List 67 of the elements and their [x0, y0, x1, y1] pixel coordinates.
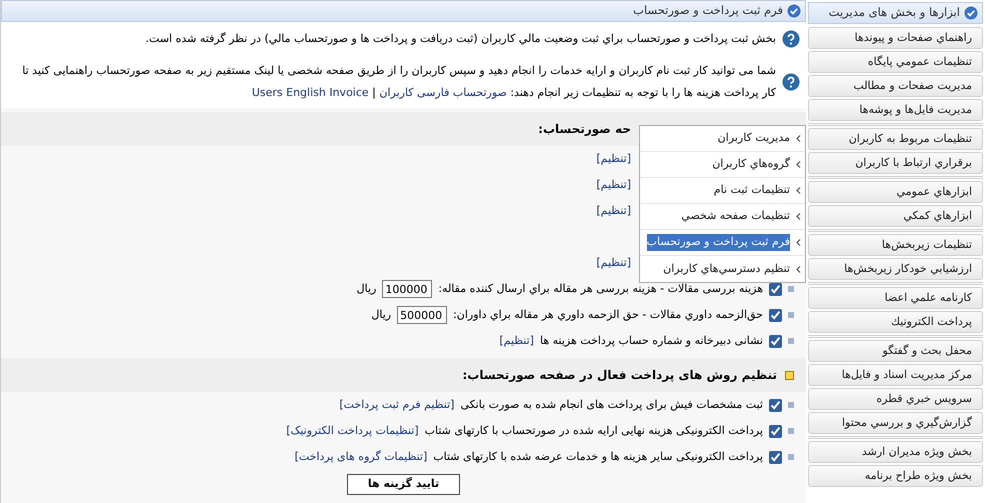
panel-title: فرم ثبت پرداخت و صورتحساب: [633, 2, 783, 20]
sidebar-item[interactable]: تنظيمات زيربخش‌ها: [808, 234, 983, 256]
bullet-icon: [788, 454, 794, 460]
check-circle-icon: [787, 4, 801, 18]
chevron-icon: [796, 239, 801, 246]
chevron-icon: [796, 161, 801, 168]
amount-field[interactable]: 500000: [397, 306, 448, 324]
chevron-icon: [796, 135, 801, 142]
option-label: حق‌الزحمه داوري مقالات - حق الزحمه داوري هر مقاله براي داوران:: [453, 306, 763, 323]
option-label: نشانی دبیرخانه و شماره حساب پرداخت هزینه ها: [540, 332, 763, 349]
section-heading: تنظیم روش های پرداخت فعال در صفحه صورتحساب:: [462, 367, 777, 384]
option-label: ثبت مشخصات فیش برای پرداخت های انجام شده به صورت بانکی: [460, 396, 763, 413]
settings-link[interactable]: [تنظیمات پرداخت الکترونیک]: [286, 422, 419, 440]
settings-link[interactable]: [تنظیم]: [596, 254, 631, 272]
option-label: هزینه بررسی مقالات - هزینه بررسی هر مقاله براي ارسال كننده مقاله:: [438, 280, 763, 297]
amount-field[interactable]: 100000: [382, 280, 432, 298]
sidebar-item[interactable]: برقراري ارتباط با كاربران: [808, 152, 983, 174]
sidebar-item[interactable]: كارنامه علمي اعضا: [808, 287, 983, 309]
option-checkbox[interactable]: [769, 398, 782, 412]
option-label: پرداخت الکترونیکی سایر هزینه ها و خدمات عرضه شده با کارتهای شتاب: [433, 448, 763, 465]
sidebar-item[interactable]: بخش ويژه مديران ارشد: [808, 441, 983, 463]
sidebar-item[interactable]: مركز مديريت اسناد و فايل‌ها: [808, 364, 983, 386]
section-heading: حه صورتحساب:: [538, 121, 631, 138]
option-checkbox[interactable]: [769, 282, 782, 296]
square-bullet-icon: [785, 370, 794, 380]
bullet-icon: [788, 312, 794, 318]
sidebar-item[interactable]: محفل بحث و گفتگو: [808, 340, 983, 362]
sidebar-item[interactable]: سرويس خبري قطره: [808, 388, 983, 410]
option-checkbox[interactable]: [769, 450, 782, 464]
bullet-icon: [788, 428, 794, 434]
sidebar-item[interactable]: راهنماي صفحات و پيوندها: [808, 27, 983, 49]
option-checkbox[interactable]: [769, 334, 782, 348]
help-icon: [782, 73, 800, 91]
sidebar-item[interactable]: تنظيمات عمومي پايگاه: [808, 51, 983, 73]
info-paragraph: بخش ثبت پرداخت و صورتحساب براي ثبت وضعيت مالي كاربران (ثبت دريافت و پرداخت ها و صورتحساب مالي) در نظر گرفته شده است.: [146, 31, 776, 47]
sidebar-item[interactable]: بخش ويژه طراح برنامه: [808, 465, 983, 487]
sidebar-item[interactable]: تنظيمات مربوط به كاربران: [808, 128, 983, 150]
currency-label: ريال: [356, 280, 376, 297]
option-label: پرداخت الکترونیکی هزینه نهایی ارایه شده در صورتحساب با کارتهای شتاب: [424, 422, 763, 439]
confirm-button[interactable]: تایید گزینه ها: [346, 474, 460, 494]
settings-link[interactable]: [تنظیم]: [499, 332, 534, 350]
settings-link[interactable]: [تنظیمات گروه های پرداخت]: [294, 448, 428, 466]
chevron-icon: [796, 213, 801, 220]
settings-link[interactable]: [تنظیم]: [596, 202, 631, 220]
settings-link[interactable]: [تنظیم]: [596, 150, 631, 168]
settings-link[interactable]: [تنظیم فرم ثبت پرداخت]: [339, 396, 454, 414]
option-checkbox[interactable]: [769, 308, 782, 322]
sidebar-item[interactable]: ابزارهاي كمكي: [808, 205, 983, 227]
chevron-icon: [796, 266, 801, 272]
invoice-link[interactable]: صورتحساب فارسی کاربران: [379, 86, 507, 99]
help-icon: [782, 30, 800, 48]
sidebar-item[interactable]: پرداخت الكترونيك: [808, 311, 983, 333]
sidebar-item[interactable]: ابزارهاي عمومي: [808, 181, 983, 203]
invoice-link[interactable]: Users English Invoice: [252, 86, 369, 99]
sidebar-item[interactable]: گزارش‌گيري و بررسي محتوا: [808, 412, 983, 434]
sidebar-item[interactable]: ارزشيابي خودكار زيربخش‌ها: [808, 258, 983, 280]
option-checkbox[interactable]: [769, 424, 782, 438]
bullet-icon: [788, 338, 794, 344]
chevron-icon: [796, 187, 801, 194]
panel-title: ابزارها و بخش های مدیریت: [828, 4, 960, 22]
sidebar-item[interactable]: مديريت صفحات و مطالب: [808, 75, 983, 97]
bullet-icon: [788, 286, 794, 292]
currency-label: ريال: [371, 306, 392, 323]
settings-link[interactable]: [تنظیم]: [596, 176, 631, 194]
bullet-icon: [788, 402, 794, 408]
check-circle-icon: [964, 6, 978, 20]
sidebar-item[interactable]: مديريت فايل‌ها و پوشه‌ها: [808, 99, 983, 121]
